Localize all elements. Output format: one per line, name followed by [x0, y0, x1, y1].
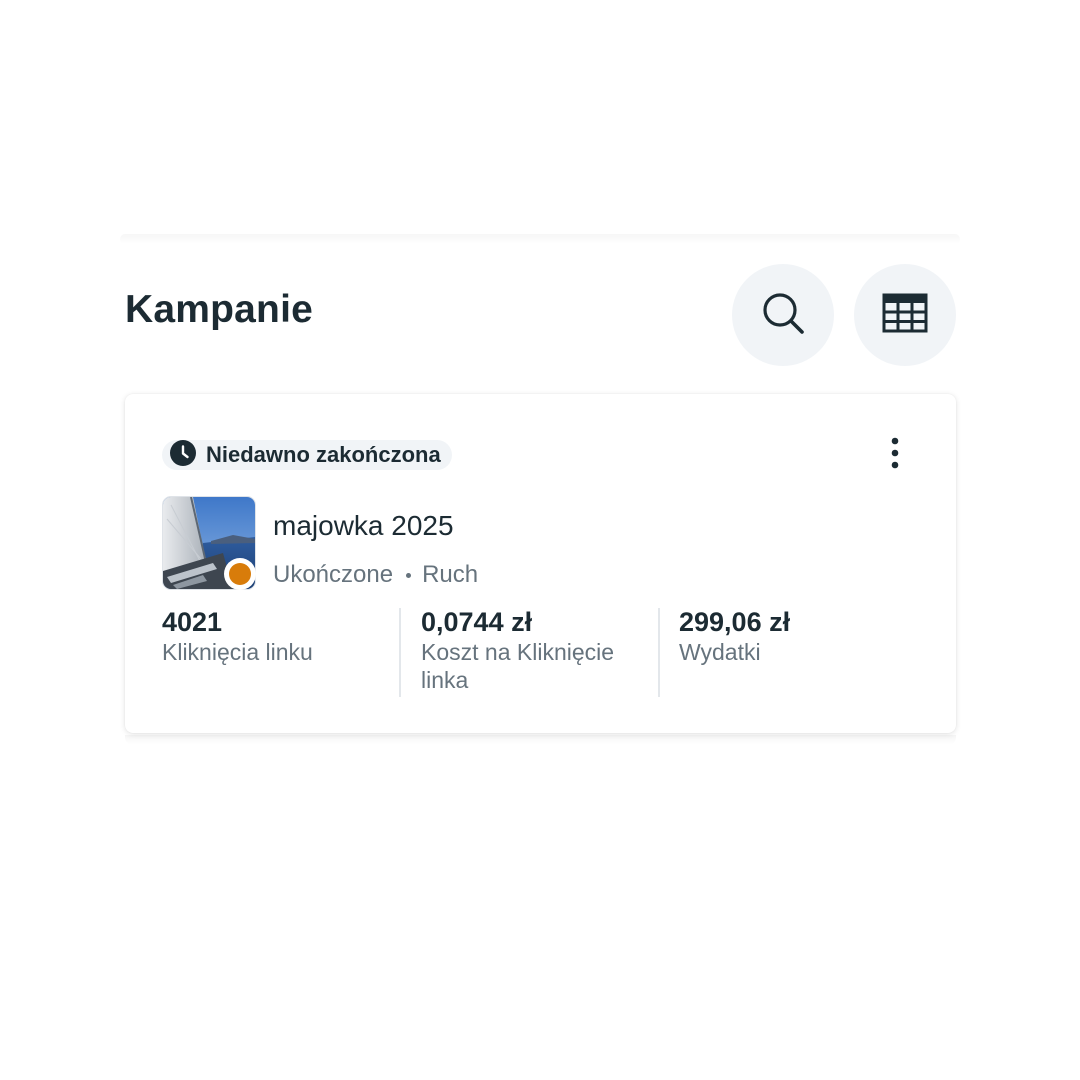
- more-options-button[interactable]: [875, 432, 915, 478]
- separator-dot: [406, 572, 412, 578]
- metric-value: 299,06 zł: [679, 607, 791, 637]
- campaign-status: Ukończone: [273, 561, 394, 588]
- metric-label: Wydatki: [679, 639, 761, 665]
- metric-label: Koszt na Kliknięcie linka: [421, 639, 615, 693]
- status-indicator: [224, 558, 256, 590]
- campaign-card[interactable]: Niedawno zakończona majowka 2025 Ukończo…: [125, 394, 956, 733]
- campaigns-page: Kampanie Niedawno zakończona majowka 202…: [0, 0, 1080, 1080]
- metric-divider: [658, 608, 660, 697]
- campaign-meta: Ukończone Ruch: [273, 561, 478, 589]
- search-icon: [760, 290, 806, 341]
- metric-divider: [399, 608, 401, 697]
- metric-value: 4021: [162, 607, 223, 637]
- table-view-button[interactable]: [854, 264, 956, 366]
- status-dot: [229, 563, 251, 585]
- section-divider: [120, 234, 960, 244]
- metric-link-clicks: 4021 Kliknięcia linku: [162, 606, 387, 666]
- section-divider: [125, 735, 956, 745]
- campaigns-header: Kampanie: [125, 264, 956, 366]
- metric-cost-per-click: 0,0744 zł Koszt na Kliknięcie linka: [421, 606, 647, 694]
- metric-spend: 299,06 zł Wydatki: [679, 606, 905, 666]
- table-icon: [882, 293, 928, 338]
- status-badge: Niedawno zakończona: [162, 439, 452, 471]
- campaign-name[interactable]: majowka 2025: [273, 510, 454, 542]
- more-vertical-icon: [890, 437, 900, 474]
- metric-label: Kliknięcia linku: [162, 639, 313, 665]
- metric-value: 0,0744 zł: [421, 607, 533, 637]
- search-button[interactable]: [732, 264, 834, 366]
- page-title: Kampanie: [125, 288, 313, 331]
- clock-icon: [170, 439, 196, 471]
- badge-label: Niedawno zakończona: [206, 442, 441, 467]
- campaign-objective: Ruch: [422, 561, 479, 588]
